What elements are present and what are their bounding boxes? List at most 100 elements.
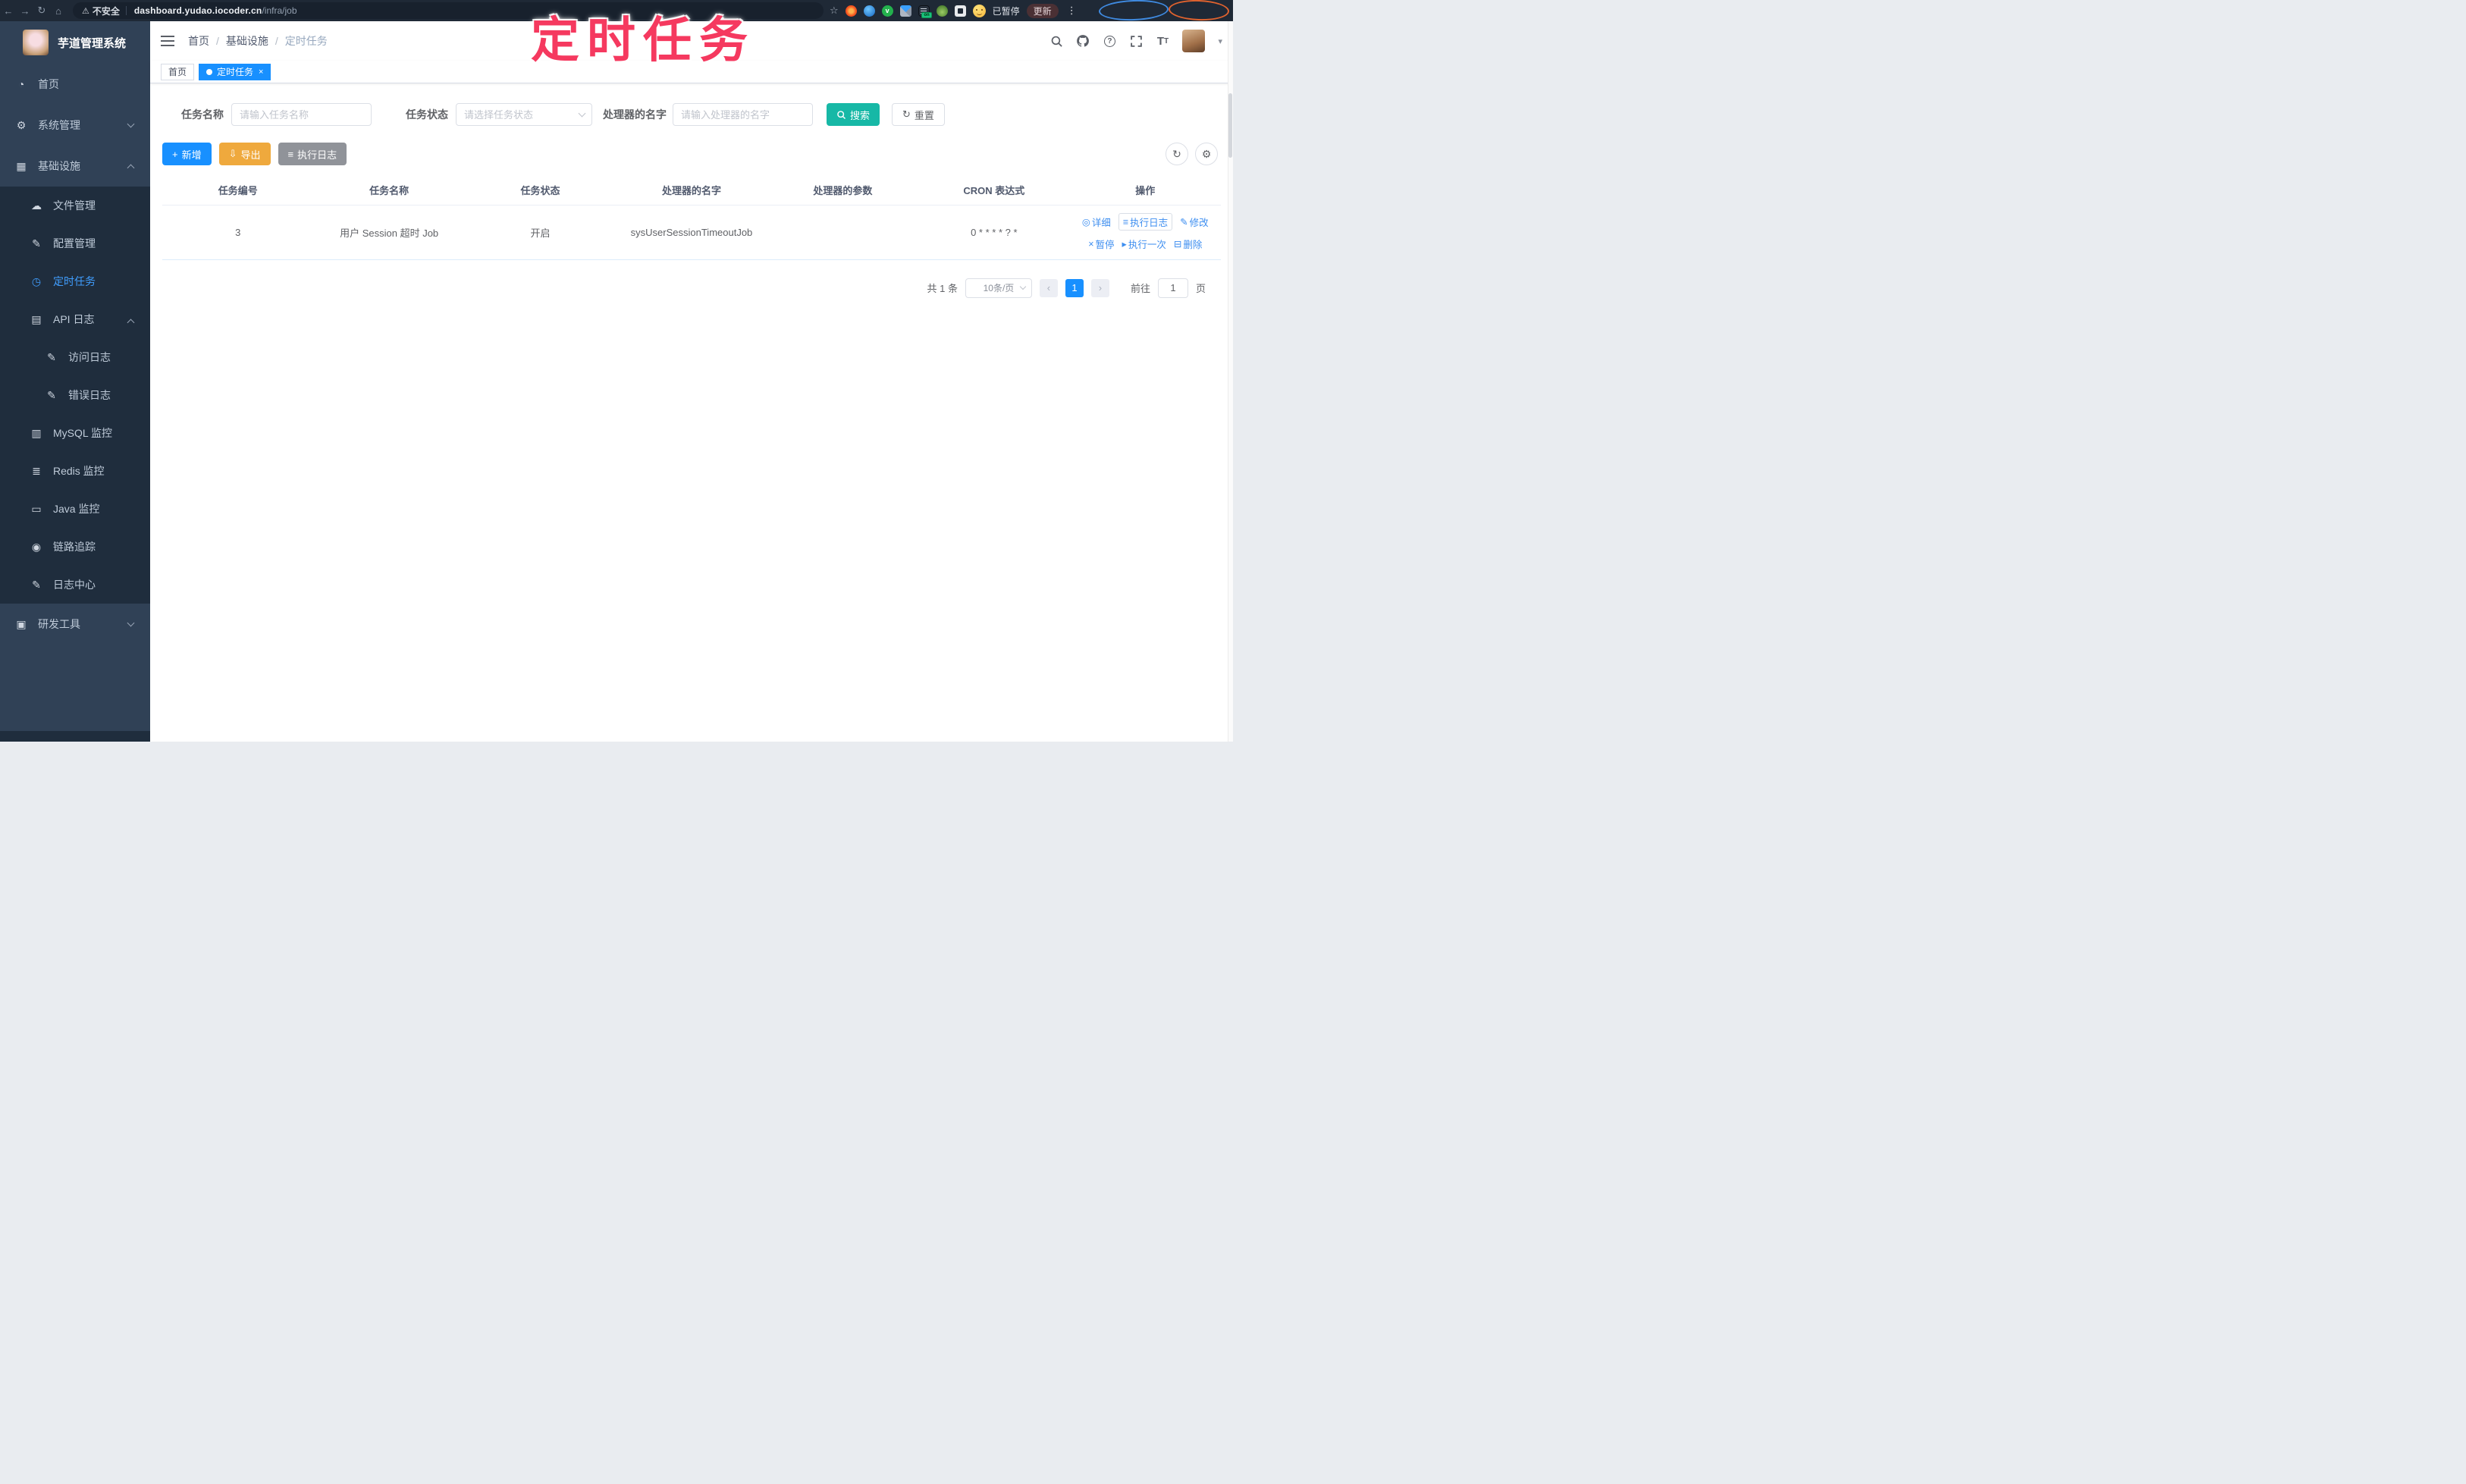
extensions-puzzle-icon[interactable]	[954, 5, 966, 17]
breadcrumb-section[interactable]: 基础设施	[226, 33, 268, 49]
col-handler-param: 处理器的参数	[767, 176, 919, 206]
row-exec-log-link[interactable]: ≡ 执行日志	[1118, 213, 1173, 231]
cloud-icon: ☁	[31, 199, 42, 212]
breadcrumb: 首页 / 基础设施 / 定时任务	[188, 33, 328, 49]
detail-label: 详细	[1091, 218, 1111, 228]
edit-icon: ✎	[32, 578, 41, 591]
run-once-link[interactable]: ▸ 执行一次	[1122, 237, 1166, 251]
extension-icon-list[interactable]: on	[918, 5, 932, 18]
sidebar-item-access-log[interactable]: ✎ 访问日志	[0, 338, 150, 376]
reset-button[interactable]: ↻ 重置	[892, 103, 945, 126]
add-button[interactable]: + 新增	[162, 143, 212, 165]
hamburger-icon[interactable]	[161, 36, 174, 46]
scrollbar-track[interactable]	[1228, 21, 1233, 742]
extension-icon-plant[interactable]	[936, 5, 948, 17]
sidebar-item-config-management[interactable]: ✎ 配置管理	[0, 224, 150, 262]
sidebar-item-label: 链路追踪	[53, 541, 96, 553]
help-icon[interactable]: ?	[1103, 34, 1116, 48]
sidebar-item-log-center[interactable]: ✎ 日志中心	[0, 566, 150, 604]
forward-icon[interactable]: →	[17, 5, 33, 17]
close-icon[interactable]: ×	[259, 67, 263, 77]
sidebar-item-label: 配置管理	[53, 237, 96, 249]
extension-icon-blue[interactable]	[863, 5, 875, 17]
export-button[interactable]: ⇩ 导出	[218, 143, 271, 165]
sidebar-item-dev-tools[interactable]: ▣ 研发工具	[0, 604, 150, 645]
caret-down-icon[interactable]: ▾	[1218, 36, 1222, 46]
sidebar-item-error-log[interactable]: ✎ 错误日志	[0, 376, 150, 414]
breadcrumb-home[interactable]: 首页	[188, 33, 209, 49]
user-avatar[interactable]	[1182, 30, 1206, 52]
goto-page-input[interactable]	[1157, 278, 1188, 298]
reload-icon[interactable]: ↻	[33, 5, 50, 17]
sidebar-item-home[interactable]: ◔ 首页	[0, 64, 150, 105]
sidebar-item-system[interactable]: ⚙ 系统管理	[0, 105, 150, 146]
tab-scheduled-jobs[interactable]: 定时任务 ×	[199, 63, 271, 80]
security-label[interactable]: 不安全	[93, 5, 120, 17]
fullscreen-icon[interactable]	[1129, 34, 1143, 48]
sidebar-item-java-monitor[interactable]: ▭ Java 监控	[0, 490, 150, 528]
job-status-select[interactable]	[456, 103, 592, 126]
prev-page-button[interactable]: ‹	[1039, 278, 1058, 297]
cell-handler-name: sysUserSessionTimeoutJob	[616, 205, 767, 260]
browser-extensions: ☆ v on 已暂停 更新 ⋮	[830, 3, 1233, 18]
tab-home[interactable]: 首页	[161, 63, 195, 80]
total-count: 共 1 条	[927, 283, 958, 294]
address-bar[interactable]: ⚠ 不安全 dashboard.yudao.iocoder.cn /infra/…	[73, 2, 824, 19]
delete-link[interactable]: ⊟ 删除	[1174, 237, 1203, 251]
sidebar-submenu: ☁ 文件管理 ✎ 配置管理 ◷ 定时任务 ▤ API 日志 ✎ 访问日志 ✎ 错…	[0, 187, 150, 604]
edit-link[interactable]: ✎ 修改	[1180, 215, 1209, 229]
chevron-down-icon	[1019, 283, 1027, 290]
active-dot	[206, 68, 213, 75]
col-job-name: 任务名称	[313, 176, 465, 206]
profile-avatar-emoji[interactable]	[972, 4, 986, 17]
search-button[interactable]: 搜索	[827, 103, 880, 126]
bookmark-star-icon[interactable]: ☆	[830, 5, 839, 17]
scrollbar-thumb[interactable]	[1228, 93, 1232, 158]
chrome-update-button[interactable]: 更新	[1026, 3, 1059, 18]
edit-label: 修改	[1189, 218, 1209, 228]
detail-link[interactable]: ◎ 详细	[1082, 215, 1111, 229]
back-icon[interactable]: ←	[0, 5, 17, 17]
sidebar-item-redis-monitor[interactable]: ≣ Redis 监控	[0, 452, 150, 490]
search-icon[interactable]	[1049, 34, 1063, 48]
browser-menu-icon[interactable]: ⋮	[1067, 5, 1077, 17]
job-name-input[interactable]	[231, 103, 372, 126]
page-size-select[interactable]: 10条/页	[965, 278, 1032, 298]
play-icon: ▸	[1122, 239, 1127, 249]
database-icon: ▥	[31, 426, 42, 439]
gear-icon: ⚙	[1201, 147, 1212, 160]
sidebar-item-file-management[interactable]: ☁ 文件管理	[0, 187, 150, 224]
toolbox-icon: ▣	[16, 617, 27, 630]
sidebar-item-label: 访问日志	[68, 351, 111, 363]
pause-link[interactable]: × 暂停	[1088, 237, 1114, 251]
sidebar-item-api-log[interactable]: ▤ API 日志	[0, 300, 150, 338]
sidebar-item-label: MySQL 监控	[53, 427, 113, 439]
sidebar-item-label: 文件管理	[53, 199, 96, 212]
sidebar-item-infrastructure[interactable]: ▦ 基础设施	[0, 146, 150, 187]
sidebar-item-scheduled-jobs[interactable]: ◷ 定时任务	[0, 262, 150, 300]
sidebar-item-label: Java 监控	[53, 503, 100, 515]
toolbar: + 新增 ⇩ 导出 ≡ 执行日志 ↻ ⚙	[162, 143, 1221, 165]
terminal-icon: ▭	[31, 502, 42, 515]
font-size-icon[interactable]: TT	[1156, 34, 1169, 48]
exec-log-button[interactable]: ≡ 执行日志	[278, 143, 347, 165]
sidebar-item-trace[interactable]: ◉ 链路追踪	[0, 528, 150, 566]
sidebar-item-label: API 日志	[53, 313, 95, 325]
extension-icon-grid[interactable]	[899, 5, 911, 17]
sidebar-item-mysql-monitor[interactable]: ▥ MySQL 监控	[0, 414, 150, 452]
col-job-id: 任务编号	[162, 176, 314, 206]
home-icon[interactable]: ⌂	[50, 5, 67, 17]
column-settings-button[interactable]: ⚙	[1195, 143, 1218, 165]
chevron-down-icon	[127, 120, 135, 128]
job-status-select-input[interactable]	[456, 103, 592, 126]
handler-name-input[interactable]	[673, 103, 813, 126]
extension-icon-orange[interactable]	[845, 5, 857, 17]
extension-icon-green-check[interactable]: v	[881, 5, 893, 17]
logo-image	[23, 30, 49, 55]
refresh-button[interactable]: ↻	[1166, 143, 1188, 165]
next-page-button[interactable]: ›	[1090, 278, 1109, 297]
col-job-status: 任务状态	[464, 176, 616, 206]
sidebar: 芋道管理系统 ◔ 首页 ⚙ 系统管理 ▦ 基础设施 ☁ 文件管理 ✎ 配置管理 …	[0, 21, 150, 742]
page-number-1[interactable]: 1	[1065, 278, 1084, 297]
github-icon[interactable]	[1076, 34, 1090, 48]
